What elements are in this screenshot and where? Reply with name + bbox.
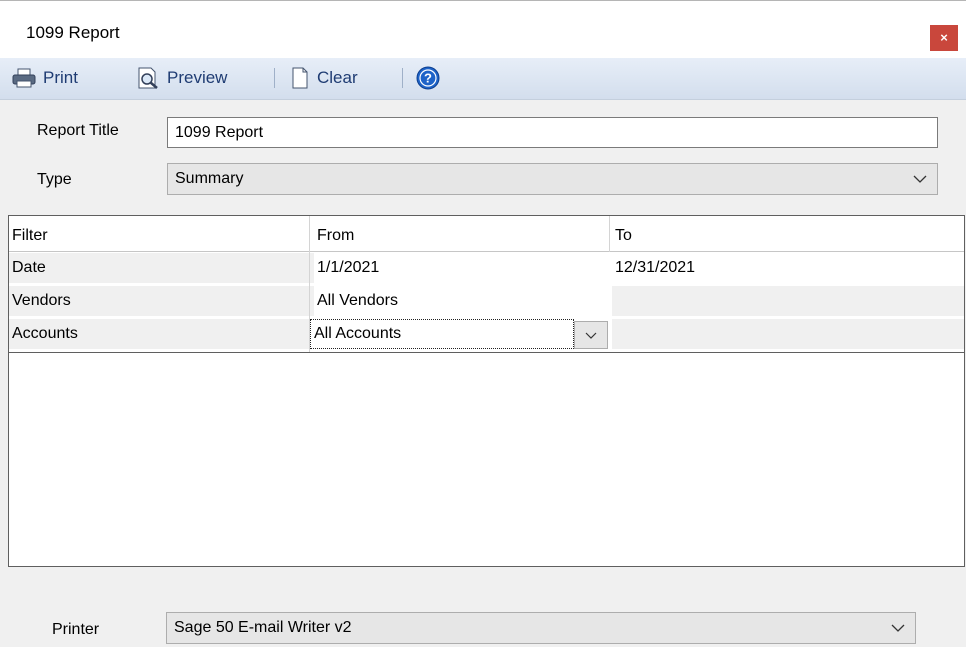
window-title: 1099 Report bbox=[26, 23, 120, 42]
grid-header-filter: Filter bbox=[9, 221, 309, 251]
filter-grid: Filter From To Date 1/1/2021 12/31/2021 … bbox=[8, 215, 965, 567]
accounts-dropdown-button[interactable] bbox=[574, 321, 608, 349]
printer-icon bbox=[12, 68, 36, 88]
chevron-down-icon bbox=[891, 624, 905, 632]
title-bar: 1099 Report × bbox=[0, 0, 966, 58]
toolbar-separator bbox=[402, 68, 403, 88]
grid-row-vendors-from[interactable]: All Vendors bbox=[314, 286, 612, 316]
grid-row-date-from[interactable]: 1/1/2021 bbox=[314, 253, 612, 283]
grid-row-date-to[interactable]: 12/31/2021 bbox=[612, 253, 964, 283]
grid-row-accounts-to bbox=[612, 319, 964, 349]
type-select[interactable]: Summary bbox=[167, 163, 938, 195]
preview-button[interactable]: Preview bbox=[136, 66, 227, 90]
preview-icon bbox=[138, 67, 158, 89]
clear-button[interactable]: Clear bbox=[290, 66, 358, 90]
grid-row-accounts-filter: Accounts bbox=[9, 319, 314, 349]
grid-column-divider bbox=[609, 216, 610, 252]
close-button[interactable]: × bbox=[930, 25, 958, 51]
toolbar-separator bbox=[274, 68, 275, 88]
blank-page-icon bbox=[292, 67, 308, 89]
clear-label: Clear bbox=[317, 68, 358, 87]
report-title-label: Report Title bbox=[37, 122, 119, 139]
printer-label: Printer bbox=[52, 621, 100, 638]
type-select-value: Summary bbox=[175, 170, 244, 187]
svg-text:?: ? bbox=[424, 71, 432, 86]
grid-column-divider bbox=[309, 216, 310, 352]
grid-row-vendors-filter: Vendors bbox=[9, 286, 314, 316]
chevron-down-icon bbox=[585, 332, 597, 339]
chevron-down-icon bbox=[913, 175, 927, 183]
toolbar: Print Preview Clear ? bbox=[0, 58, 966, 100]
help-icon: ? bbox=[416, 66, 440, 90]
print-label: Print bbox=[43, 68, 78, 87]
grid-row-date-filter: Date bbox=[9, 253, 314, 283]
printer-select-value: Sage 50 E-mail Writer v2 bbox=[174, 619, 352, 636]
help-button[interactable]: ? bbox=[416, 66, 447, 90]
grid-bottom-rule bbox=[9, 352, 964, 353]
grid-row-vendors-to bbox=[612, 286, 964, 316]
accounts-from-select[interactable]: All Accounts bbox=[310, 319, 574, 349]
type-label: Type bbox=[37, 171, 72, 188]
report-title-input[interactable]: 1099 Report bbox=[167, 117, 938, 148]
printer-select[interactable]: Sage 50 E-mail Writer v2 bbox=[166, 612, 916, 644]
print-button[interactable]: Print bbox=[12, 66, 78, 90]
grid-header-from: From bbox=[314, 221, 612, 251]
grid-header-to: To bbox=[612, 221, 964, 251]
grid-divider bbox=[9, 251, 964, 252]
preview-label: Preview bbox=[167, 68, 228, 87]
